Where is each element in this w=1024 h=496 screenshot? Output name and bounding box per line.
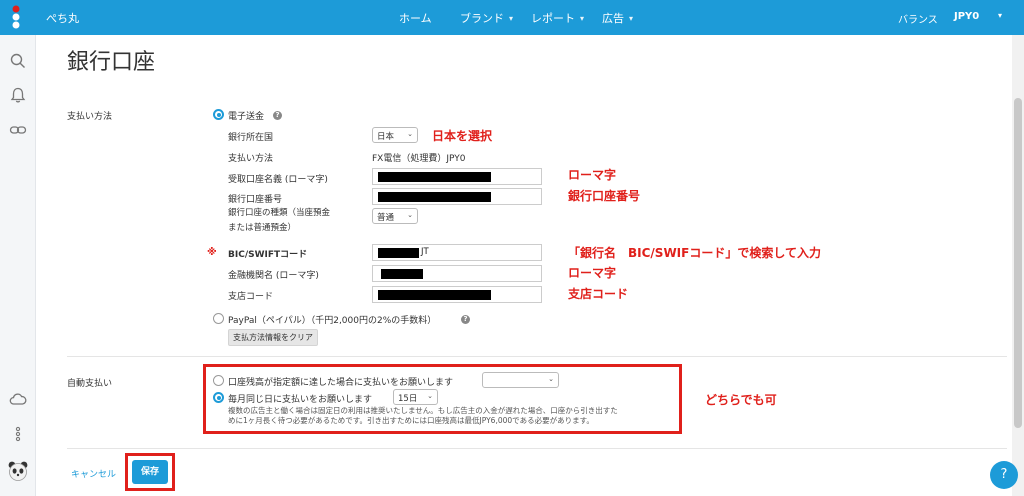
chevron-down-icon: ▾	[509, 13, 514, 23]
chevron-down-icon: ⌄	[407, 130, 413, 138]
annotation-account-number: 銀行口座番号	[568, 189, 641, 203]
bank-country-label: 銀行所在国	[228, 133, 274, 143]
account-number-label: 銀行口座番号	[228, 195, 283, 205]
link-icon[interactable]	[9, 121, 27, 139]
swift-label: BIC/SWIFTコード	[228, 250, 308, 260]
account-name-input[interactable]	[372, 168, 542, 185]
cancel-button[interactable]: キャンセル	[71, 467, 116, 480]
chevron-down-icon: ⌄	[427, 392, 433, 400]
nav-ads-label: 広告	[602, 12, 624, 25]
auto-pay-day-value: 15日	[398, 394, 418, 404]
annotation-romaji-2: ローマ字	[568, 266, 617, 280]
annotation-either-ok: どちらでも可	[705, 393, 777, 407]
search-icon[interactable]	[9, 52, 27, 70]
auto-pay-threshold-label[interactable]: 口座残高が指定額に達した場合に支払いをお願いします	[228, 375, 453, 388]
auto-pay-threshold-select[interactable]: ⌄	[482, 372, 559, 388]
chevron-down-icon: ⌄	[548, 375, 554, 383]
account-type-select[interactable]: 普通 ⌄	[372, 208, 418, 224]
bank-country-select[interactable]: 日本 ⌄	[372, 127, 418, 143]
balance-label: バランス	[898, 15, 938, 26]
wire-transfer-radio[interactable]	[213, 109, 224, 120]
wire-transfer-label[interactable]: 電子送金	[228, 109, 264, 122]
required-mark: ※	[207, 247, 217, 258]
chevron-down-icon: ▾	[580, 13, 585, 23]
nav-home-label: ホーム	[399, 12, 432, 25]
annotation-swift-hint: 「銀行名 BIC/SWIFコード」で検索して入力	[568, 246, 821, 260]
auto-pay-day-select[interactable]: 15日 ⌄	[393, 389, 438, 405]
redacted-value	[378, 192, 491, 202]
bank-name-label: 金融機関名 (ローマ字)	[228, 271, 319, 281]
account-type-value: 普通	[377, 213, 395, 223]
redacted-value	[378, 172, 491, 182]
nav-home[interactable]: ホーム	[399, 10, 432, 26]
nav-ads[interactable]: 広告 ▾	[602, 10, 633, 26]
annotation-select-japan: 日本を選択	[432, 129, 493, 143]
cloud-icon[interactable]	[9, 390, 27, 408]
section-divider	[67, 356, 1007, 357]
account-number-input[interactable]	[372, 188, 542, 205]
more-icon[interactable]	[9, 425, 27, 443]
swift-visible-suffix: JT	[421, 247, 429, 257]
branch-code-input[interactable]	[372, 286, 542, 303]
balance-value[interactable]: JPY0	[954, 11, 979, 22]
nav-brand[interactable]: ブランド ▾	[460, 10, 513, 26]
help-fab-button[interactable]: ?	[990, 461, 1018, 489]
bank-name-input[interactable]	[372, 265, 542, 282]
footer-divider	[67, 448, 1007, 449]
paypal-radio[interactable]	[213, 313, 224, 324]
account-type-label: 銀行口座の種類（当座預金	[228, 208, 331, 218]
annotation-romaji-1: ローマ字	[568, 168, 617, 182]
redacted-value	[378, 248, 419, 258]
redacted-value	[381, 269, 423, 279]
help-icon[interactable]: ?	[273, 111, 282, 120]
auto-pay-note-line2: めに1ヶ月長く待つ必要があるためです。引き出すためには口座残高は最低JPY6,0…	[228, 416, 594, 425]
brand-name[interactable]: ぺち丸	[46, 10, 79, 26]
brand-logo-icon[interactable]	[10, 5, 22, 29]
annotation-branch-code: 支店コード	[568, 287, 629, 301]
clear-payment-info-button[interactable]: 支払方法情報をクリア	[228, 329, 318, 346]
auto-pay-monthly-label[interactable]: 毎月同じ日に支払いをお願いします	[228, 392, 372, 405]
auto-pay-note: 複数の広告主と働く場合は固定日の利用は推奨いたしません。もし広告主の入金が遅れた…	[228, 406, 718, 426]
auto-pay-note-line1: 複数の広告主と働く場合は固定日の利用は推奨いたしません。もし広告主の入金が遅れた…	[228, 406, 618, 415]
sidebar	[0, 35, 36, 496]
nav-report[interactable]: レポート ▾	[531, 10, 584, 26]
account-type-label-line2: または普通預金）	[228, 223, 297, 233]
method-value: FX電信（処理費）JPY0	[372, 154, 466, 164]
nav-brand-label: ブランド	[460, 12, 504, 25]
swift-input[interactable]: JT	[372, 244, 542, 261]
panda-avatar[interactable]	[7, 460, 29, 482]
bank-country-value: 日本	[377, 132, 395, 142]
auto-pay-section-label: 自動支払い	[67, 379, 113, 389]
account-name-label: 受取口座名義 (ローマ字)	[228, 175, 328, 185]
payment-method-section-label: 支払い方法	[67, 112, 113, 122]
method-label: 支払い方法	[228, 154, 274, 164]
top-bar: ぺち丸 ホーム ブランド ▾ レポート ▾ 広告 ▾ バランス JPY0 ▾	[0, 0, 1024, 35]
nav-report-label: レポート	[531, 12, 575, 25]
scrollbar-thumb[interactable]	[1014, 98, 1022, 428]
save-button[interactable]: 保存	[132, 460, 168, 484]
redacted-value	[378, 290, 491, 300]
chevron-down-icon: ⌄	[407, 211, 413, 219]
auto-pay-threshold-radio[interactable]	[213, 375, 224, 386]
chevron-down-icon[interactable]: ▾	[998, 11, 1002, 20]
paypal-label[interactable]: PayPal（ペイパル）（千円2,000円の2%の手数料）	[228, 313, 436, 326]
page-title: 銀行口座	[67, 50, 156, 75]
auto-pay-monthly-radio[interactable]	[213, 392, 224, 403]
bell-icon[interactable]	[9, 86, 27, 104]
help-icon[interactable]: ?	[461, 315, 470, 324]
branch-code-label: 支店コード	[228, 292, 274, 302]
chevron-down-icon: ▾	[629, 13, 634, 23]
